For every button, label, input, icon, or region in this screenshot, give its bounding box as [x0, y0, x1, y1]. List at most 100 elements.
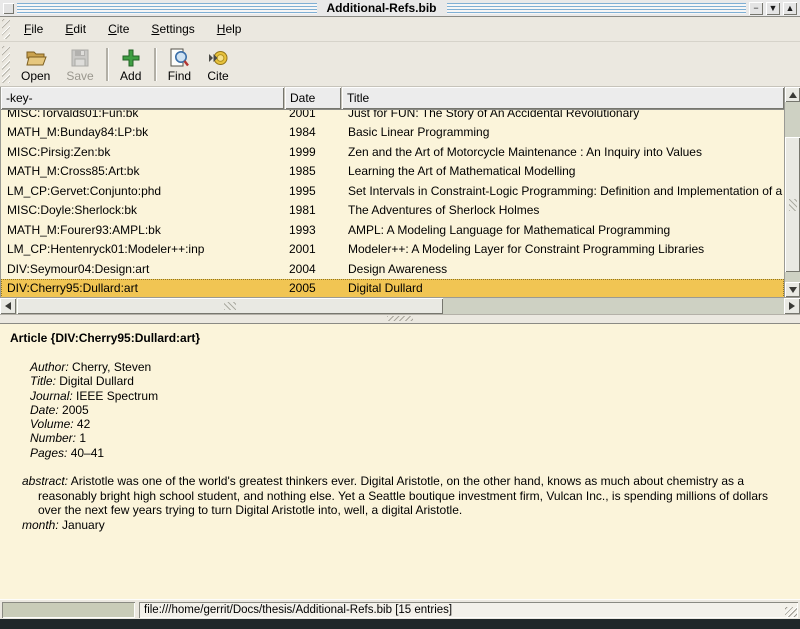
arrow-right-icon: [789, 302, 795, 310]
titlebar-stripes: [447, 3, 747, 14]
table-cell: Digital Dullard: [342, 281, 784, 295]
table-cell: 1985: [285, 164, 342, 178]
toolbar-button-label: Open: [21, 69, 50, 83]
app-window: Additional-Refs.bib − ▼ ▲ FileEditCiteSe…: [0, 0, 800, 629]
table-cell: 2005: [285, 281, 342, 295]
cite-button[interactable]: Cite: [199, 44, 237, 85]
pane-splitter[interactable]: [0, 315, 800, 323]
arrow-down-icon: [789, 287, 797, 293]
resize-grip[interactable]: [785, 607, 797, 617]
column-header-title[interactable]: Title: [342, 87, 784, 109]
table-cell: 1981: [285, 203, 342, 217]
iconify-button[interactable]: −: [749, 2, 763, 15]
thumb-grip-icon: [224, 302, 236, 310]
table-viewport: MISC:Torvalds01:Fun:bk2001Just for FUN: …: [1, 109, 784, 297]
column-header-key[interactable]: -key-: [1, 87, 285, 109]
cite-icon: [207, 46, 229, 69]
menu-help[interactable]: Help: [206, 18, 253, 40]
table-row[interactable]: MISC:Doyle:Sherlock:bk1981The Adventures…: [1, 201, 784, 221]
menu-settings[interactable]: Settings: [140, 18, 205, 40]
menu-file[interactable]: File: [13, 18, 54, 40]
table-row[interactable]: DIV:Seymour04:Design:art2004Design Aware…: [1, 259, 784, 279]
table-cell: DIV:Seymour04:Design:art: [1, 262, 285, 276]
table-row[interactable]: MISC:Torvalds01:Fun:bk2001Just for FUN: …: [1, 109, 784, 123]
find-button[interactable]: Find: [160, 44, 199, 85]
vertical-scrollbar[interactable]: [784, 87, 800, 297]
table-cell: MATH_M:Cross85:Art:bk: [1, 164, 285, 178]
window-bottom-border: [0, 619, 800, 629]
field-value: Cherry, Steven: [69, 360, 151, 374]
table-cell: LM_CP:Hentenryck01:Modeler++:inp: [1, 242, 285, 256]
shade-button[interactable]: ▼: [766, 2, 780, 15]
table-cell: Basic Linear Programming: [342, 125, 784, 139]
add-button[interactable]: Add: [112, 44, 150, 85]
field-value: 40–41: [67, 446, 104, 460]
table-cell: 2001: [285, 109, 342, 120]
menu-cite[interactable]: Cite: [97, 18, 140, 40]
add-plus-icon: [120, 46, 142, 69]
table-row[interactable]: MATH_M:Bunday84:LP:bk1984Basic Linear Pr…: [1, 123, 784, 143]
table-row[interactable]: LM_CP:Gervet:Conjunto:phd1995Set Interva…: [1, 181, 784, 201]
table-header: -key- Date Title: [1, 87, 784, 109]
scroll-down-button[interactable]: [785, 282, 800, 297]
month-label: month:: [22, 518, 59, 532]
toolbar-separator: [154, 48, 156, 81]
table-row[interactable]: MATH_M:Fourer93:AMPL:bk1993AMPL: A Model…: [1, 220, 784, 240]
table-cell: MISC:Pirsig:Zen:bk: [1, 145, 285, 159]
menubar-drag-handle[interactable]: [2, 19, 10, 39]
table-row[interactable]: MATH_M:Cross85:Art:bk1985Learning the Ar…: [1, 162, 784, 182]
toolbar-separator: [106, 48, 108, 81]
table-body: MISC:Torvalds01:Fun:bk2001Just for FUN: …: [1, 109, 784, 297]
scroll-right-button[interactable]: [784, 298, 800, 314]
titlebar[interactable]: Additional-Refs.bib − ▼ ▲: [0, 0, 800, 17]
toolbar-drag-handle[interactable]: [2, 46, 10, 83]
maximize-button[interactable]: ▲: [783, 2, 797, 15]
save-button: Save: [58, 44, 101, 85]
window-title: Additional-Refs.bib: [320, 1, 444, 15]
table-cell: LM_CP:Gervet:Conjunto:phd: [1, 184, 285, 198]
detail-field: Date: 2005: [30, 403, 790, 417]
menubar-items: FileEditCiteSettingsHelp: [13, 18, 252, 40]
status-text: file:///home/gerrit/Docs/thesis/Addition…: [144, 604, 452, 616]
field-label: Date:: [30, 403, 59, 417]
month-field: month: January: [10, 518, 790, 533]
open-button[interactable]: Open: [13, 44, 58, 85]
table-cell: Just for FUN: The Story of An Accidental…: [342, 109, 784, 120]
toolbar-button-label: Cite: [207, 69, 228, 83]
menu-edit[interactable]: Edit: [54, 18, 97, 40]
table-cell: DIV:Cherry95:Dullard:art: [1, 281, 285, 295]
horizontal-scrollbar[interactable]: [0, 297, 800, 315]
toolbar-buttons: Open Save Add Find Cite: [13, 44, 237, 85]
table-cell: Design Awareness: [342, 262, 784, 276]
statusbar: file:///home/gerrit/Docs/thesis/Addition…: [0, 599, 800, 619]
table-row[interactable]: DIV:Cherry95:Dullard:art2005Digital Dull…: [1, 279, 784, 298]
abstract-value: Aristotle was one of the world's greates…: [38, 474, 768, 517]
horizontal-scrollbar-thumb[interactable]: [17, 298, 443, 314]
field-label: Number:: [30, 431, 76, 445]
entry-detail-pane: Article {DIV:Cherry95:Dullard:art} Autho…: [0, 323, 800, 599]
thumb-grip-icon: [789, 199, 797, 211]
vertical-scrollbar-thumb[interactable]: [785, 137, 800, 272]
horizontal-scrollbar-trough[interactable]: [16, 298, 784, 314]
scroll-left-button[interactable]: [0, 298, 16, 314]
field-label: Volume:: [30, 417, 74, 431]
column-header-date[interactable]: Date: [285, 87, 342, 109]
field-value: Digital Dullard: [56, 374, 134, 388]
window-menu-button[interactable]: [3, 3, 14, 14]
splitter-grip-icon: [387, 316, 413, 321]
field-value: IEEE Spectrum: [73, 389, 158, 403]
field-label: Author:: [30, 360, 69, 374]
detail-field: Pages: 40–41: [30, 446, 790, 460]
table-cell: 1984: [285, 125, 342, 139]
scroll-up-button[interactable]: [785, 87, 800, 102]
table-cell: Set Intervals in Constraint-Logic Progra…: [342, 184, 784, 198]
table-row[interactable]: LM_CP:Hentenryck01:Modeler++:inp2001Mode…: [1, 240, 784, 260]
toolbar: Open Save Add Find Cite: [0, 42, 800, 87]
detail-fields: Author: Cherry, StevenTitle: Digital Dul…: [10, 360, 790, 460]
table-cell: 1993: [285, 223, 342, 237]
field-value: 1: [76, 431, 86, 445]
entry-heading: Article {DIV:Cherry95:Dullard:art}: [10, 331, 790, 345]
table-row[interactable]: MISC:Pirsig:Zen:bk1999Zen and the Art of…: [1, 142, 784, 162]
vertical-scrollbar-trough[interactable]: [785, 102, 800, 282]
detail-field: Number: 1: [30, 431, 790, 445]
